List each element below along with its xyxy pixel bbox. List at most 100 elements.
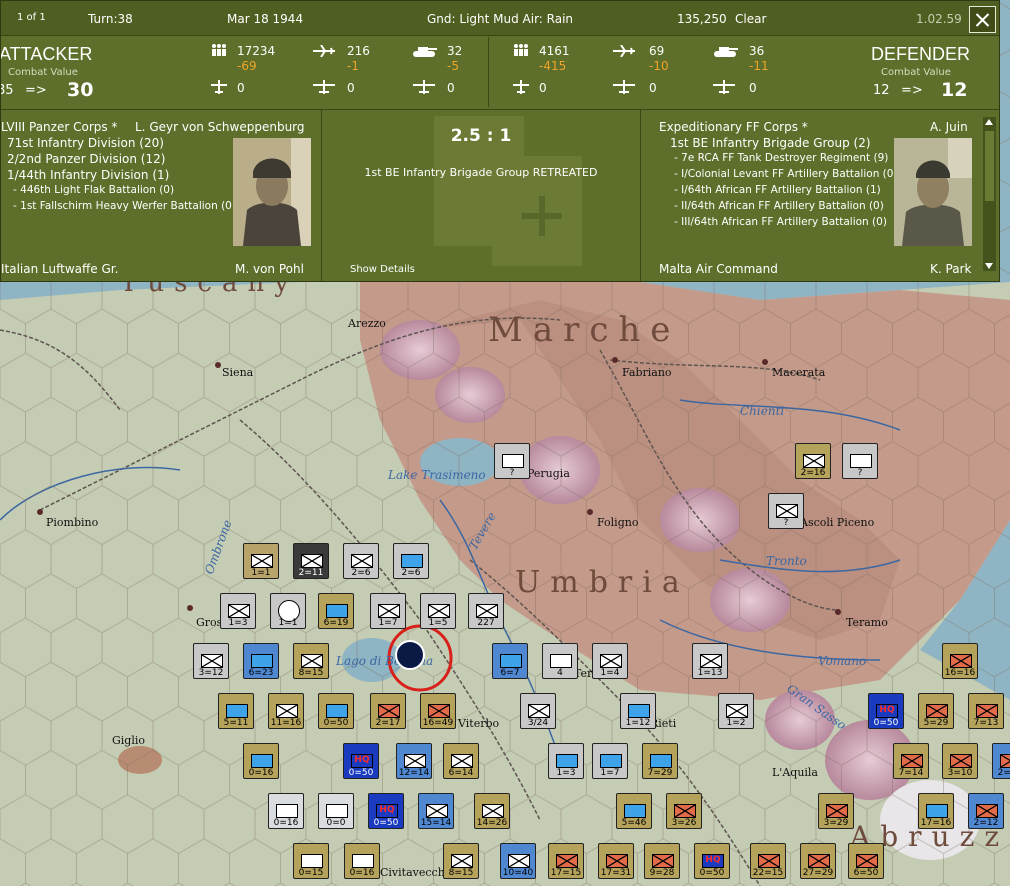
unit-counter[interactable]: 1=2 <box>718 693 754 729</box>
unit-counter[interactable]: 27=29 <box>800 843 836 879</box>
unit-counter[interactable]: 0=16 <box>344 843 380 879</box>
transport-icon <box>413 80 435 94</box>
unit-counter[interactable]: 3/24 <box>520 693 556 729</box>
unit-counter[interactable]: 0=16 <box>243 743 279 779</box>
unit-counter[interactable]: 15=14 <box>418 793 454 829</box>
unit-counter[interactable]: 3=10 <box>942 743 978 779</box>
unit-counter[interactable]: 5=29 <box>918 693 954 729</box>
unit-counter[interactable]: 0=0 <box>318 793 354 829</box>
infantry-symbol-icon <box>451 754 473 768</box>
attacker-cv-before: 85 <box>1 83 14 98</box>
unit-counter[interactable]: 2=16 <box>795 443 831 479</box>
turn-label: Turn:38 <box>88 12 133 26</box>
unit-counter[interactable]: 6=19 <box>318 593 354 629</box>
unit-counter[interactable]: 2=17 <box>370 693 406 729</box>
unit-counter[interactable]: 1=1 <box>270 593 306 629</box>
selected-unit-marker[interactable] <box>395 640 425 670</box>
infantry-symbol-icon <box>251 654 273 668</box>
infantry-symbol-icon <box>901 754 923 768</box>
unit-counter[interactable]: 12=14 <box>396 743 432 779</box>
unit-counter[interactable]: 1=12 <box>620 693 656 729</box>
unit-counter[interactable]: 6=50 <box>848 843 884 879</box>
unit-counter[interactable]: 6=7 <box>492 643 528 679</box>
unit-counter[interactable]: 1=3 <box>220 593 256 629</box>
unit-counter[interactable]: 227 <box>468 593 504 629</box>
unit-counter[interactable]: 2=11 <box>293 543 329 579</box>
defender-title: DEFENDER <box>871 44 971 64</box>
combat-result-panel: 1 of 1 Turn:38 Mar 18 1944 Gnd: Light Mu… <box>0 0 1000 282</box>
unit-counter[interactable]: ? <box>494 443 530 479</box>
unit-counter[interactable]: ? <box>768 493 804 529</box>
unit-strength-label: 1=1 <box>278 618 298 628</box>
unit-counter[interactable]: 8=15 <box>443 843 479 879</box>
infantry-symbol-icon <box>600 654 622 668</box>
unit-counter[interactable]: 3=29 <box>818 793 854 829</box>
unit-counter[interactable]: 6=23 <box>243 643 279 679</box>
unit-counter[interactable]: 4 <box>542 643 578 679</box>
bomber-icon <box>513 80 529 94</box>
show-details-link[interactable]: Show Details <box>350 264 415 275</box>
unit-strength-label: 4 <box>557 668 563 678</box>
unit-counter[interactable]: 1=1 <box>243 543 279 579</box>
infantry-symbol-icon <box>326 704 348 718</box>
unit-counter[interactable]: HQ 0=50 <box>368 793 404 829</box>
unit-counter[interactable]: 0=16 <box>268 793 304 829</box>
unit-counter[interactable]: 1=5 <box>420 593 456 629</box>
attacker-corps: LVIII Panzer Corps * <box>1 120 118 134</box>
unit-counter[interactable]: 2=12 <box>992 743 1010 779</box>
unit-counter[interactable]: 11=16 <box>268 693 304 729</box>
armor-symbol-icon <box>500 654 522 668</box>
close-button[interactable] <box>969 6 996 33</box>
fighter-icon <box>613 45 635 57</box>
unit-counter[interactable]: 1=7 <box>370 593 406 629</box>
attacker-row2-b: 0 <box>347 81 355 95</box>
unit-counter[interactable]: 1=13 <box>692 643 728 679</box>
unit-counter[interactable]: 0=15 <box>293 843 329 879</box>
unit-counter[interactable]: 17=31 <box>598 843 634 879</box>
unit-counter[interactable]: 3=26 <box>666 793 702 829</box>
unit-counter[interactable]: 17=15 <box>548 843 584 879</box>
unit-counter[interactable]: 14=26 <box>474 793 510 829</box>
armor-symbol-icon <box>326 604 348 618</box>
scroll-down-arrow[interactable] <box>985 263 993 269</box>
unit-strength-label: 1=2 <box>726 718 746 728</box>
unit-counter[interactable]: 1=7 <box>592 743 628 779</box>
unit-counter[interactable]: 10=40 <box>500 843 536 879</box>
unit-strength-label: 6=23 <box>248 668 274 678</box>
unit-counter[interactable]: 7=14 <box>893 743 929 779</box>
unit-strength-label: 3=12 <box>198 668 224 678</box>
unit-counter[interactable]: HQ 0=50 <box>694 843 730 879</box>
unit-counter[interactable]: 9=28 <box>644 843 680 879</box>
infantry-symbol-icon <box>726 704 748 718</box>
unit-counter[interactable]: 1=4 <box>592 643 628 679</box>
defender-row2-a: 0 <box>539 81 547 95</box>
unit-counter[interactable]: 17=16 <box>918 793 954 829</box>
unit-counter[interactable]: 2=6 <box>393 543 429 579</box>
unit-counter[interactable]: 16=49 <box>420 693 456 729</box>
scroll-thumb[interactable] <box>985 131 994 201</box>
unit-counter[interactable]: 3=12 <box>193 643 229 679</box>
water-label: Chienti <box>740 404 785 418</box>
scroll-up-arrow[interactable] <box>985 119 993 125</box>
unit-counter[interactable]: 5=11 <box>218 693 254 729</box>
unit-counter[interactable]: 7=29 <box>642 743 678 779</box>
unit-counter[interactable]: 5=46 <box>616 793 652 829</box>
unit-counter[interactable]: 22=15 <box>750 843 786 879</box>
unit-counter[interactable]: 0=50 <box>318 693 354 729</box>
unit-counter[interactable]: 6=14 <box>443 743 479 779</box>
attacker-infantry: 17234 <box>237 44 276 58</box>
version-label: 1.02.59 <box>916 12 962 26</box>
scrollbar[interactable] <box>983 117 996 271</box>
unit-counter[interactable]: 7=13 <box>968 693 1004 729</box>
unit-counter[interactable]: 2=12 <box>968 793 1004 829</box>
armor-symbol-icon <box>926 804 948 818</box>
unit-counter[interactable]: 1=3 <box>548 743 584 779</box>
water-label: Tronto <box>766 554 807 568</box>
unit-counter[interactable]: HQ 0=50 <box>343 743 379 779</box>
unit-counter[interactable]: 16=16 <box>942 643 978 679</box>
unit-counter[interactable]: 2=6 <box>343 543 379 579</box>
unit-counter[interactable]: ? <box>842 443 878 479</box>
unit-counter[interactable]: 8=15 <box>293 643 329 679</box>
defender-subtitle: Combat Value <box>881 67 951 78</box>
unit-counter[interactable]: HQ 0=50 <box>868 693 904 729</box>
